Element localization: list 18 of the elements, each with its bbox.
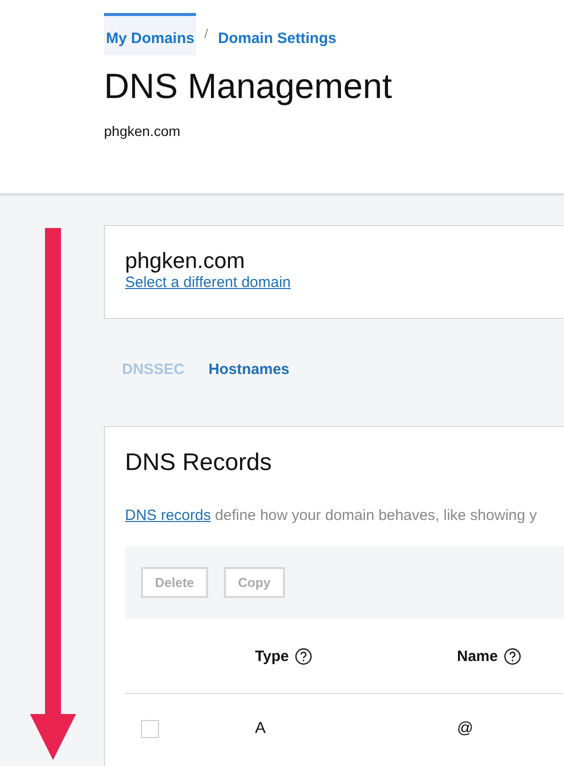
column-header: Type [255,648,289,664]
select-domain-link[interactable]: Select a different domain [125,274,291,291]
row-checkbox[interactable] [141,720,159,738]
dns-records-link[interactable]: DNS records [125,507,211,524]
column-header: Name [457,648,498,664]
domain-title: phgken.com [125,248,246,274]
table-cell-text: @ [457,720,474,738]
description-text: DNS records define how your domain behaves, like showing y [125,507,538,524]
help-icon[interactable] [504,648,521,664]
table-cell-text: A [255,720,267,738]
tab[interactable]: Hostnames [208,361,290,426]
page-title: DNS Management [104,67,393,107]
domain-name: phgken.com [104,123,182,139]
section-title: DNS Records [125,449,273,477]
breadcrumb-link[interactable]: Domain Settings [216,12,338,54]
breadcrumb-separator: / [204,26,208,41]
breadcrumb-link[interactable]: My Domains [104,12,196,54]
help-icon[interactable] [294,648,312,664]
